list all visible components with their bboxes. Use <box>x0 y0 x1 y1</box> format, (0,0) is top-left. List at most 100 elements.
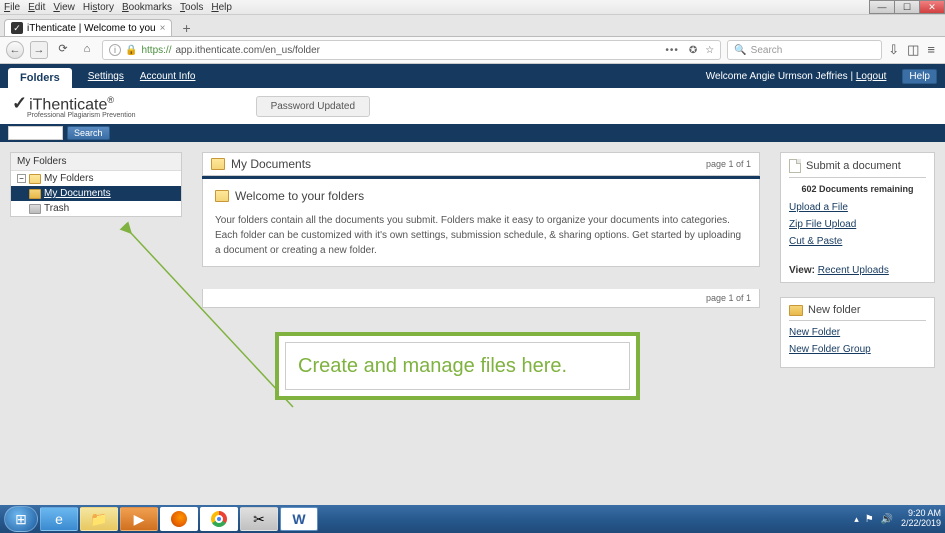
view-label: View: <box>789 265 815 276</box>
search-icon: 🔍 <box>734 45 746 56</box>
bookmark-star-icon[interactable]: ☆ <box>705 45 714 56</box>
tab-title: iThenticate | Welcome to you <box>27 23 156 34</box>
app-search-input[interactable] <box>8 126 63 140</box>
browser-search-box[interactable]: 🔍 Search <box>727 40 882 60</box>
forward-button[interactable]: → <box>30 41 48 59</box>
submit-document-panel: Submit a document 602 Documents remainin… <box>780 152 935 283</box>
sidebar-icon[interactable]: ◫ <box>907 42 919 58</box>
back-button[interactable]: ← <box>6 41 24 59</box>
logo-brand-text: iThenticate <box>29 96 107 113</box>
tab-favicon-icon: ✓ <box>11 22 23 34</box>
menu-view[interactable]: View <box>53 2 75 13</box>
taskbar-firefox-icon[interactable] <box>160 507 198 531</box>
new-folder-panel-title: New folder <box>808 304 861 316</box>
lock-icon: 🔒 <box>125 45 137 56</box>
tray-show-hidden-icon[interactable]: ▴ <box>854 514 859 525</box>
menu-bookmarks[interactable]: Bookmarks <box>122 2 172 13</box>
taskbar-media-player-icon[interactable]: ▶ <box>120 507 158 531</box>
folder-body: Welcome to your folders Your folders con… <box>202 179 760 267</box>
annotation-callout: Create and manage files here. <box>275 332 640 400</box>
welcome-user-text: Welcome Angie Urmson Jeffries | Logout <box>706 71 887 82</box>
menu-edit[interactable]: Edit <box>28 2 45 13</box>
app-search-button[interactable]: Search <box>67 126 110 140</box>
document-icon <box>789 159 801 173</box>
nav-link-settings[interactable]: Settings <box>88 71 124 82</box>
page-info-top: page 1 of 1 <box>706 159 751 169</box>
menu-history[interactable]: History <box>83 2 114 13</box>
tree-item-label: Trash <box>44 203 69 214</box>
site-info-icon[interactable]: i <box>109 44 121 56</box>
taskbar-snipping-tool-icon[interactable]: ✂ <box>240 507 278 531</box>
window-minimize-button[interactable]: — <box>869 0 895 14</box>
reload-button[interactable]: ⟳ <box>54 41 72 59</box>
browser-tab-strip: ✓ iThenticate | Welcome to you × + <box>0 15 945 37</box>
folder-footer: page 1 of 1 <box>202 289 760 308</box>
tree-root-label: My Folders <box>44 173 93 184</box>
new-folder-link[interactable]: New Folder <box>789 327 926 338</box>
taskbar-explorer-icon[interactable]: 📁 <box>80 507 118 531</box>
page-info-bottom: page 1 of 1 <box>706 293 751 303</box>
upload-file-link[interactable]: Upload a File <box>789 202 926 213</box>
window-maximize-button[interactable]: ☐ <box>894 0 920 14</box>
folder-icon <box>29 189 41 199</box>
nav-link-account[interactable]: Account Info <box>140 71 196 82</box>
brand-logo: ✓ iThenticate® Professional Plagiarism P… <box>12 93 136 119</box>
menu-help[interactable]: Help <box>211 2 232 13</box>
logout-link[interactable]: Logout <box>856 71 887 82</box>
windows-taskbar: ⊞ e 📁 ▶ ✂ W ▴ ⚑ 🔊 9:20 AM 2/22/2019 <box>0 505 945 533</box>
trash-icon <box>29 204 41 214</box>
search-placeholder: Search <box>751 45 783 56</box>
right-column: Submit a document 602 Documents remainin… <box>780 152 935 368</box>
logo-check-icon: ✓ <box>12 93 27 114</box>
tree-item-trash[interactable]: Trash <box>11 201 181 216</box>
browser-tab[interactable]: ✓ iThenticate | Welcome to you × <box>4 19 172 36</box>
help-button[interactable]: Help <box>902 69 937 84</box>
tab-close-icon[interactable]: × <box>160 23 166 34</box>
recent-uploads-link[interactable]: Recent Uploads <box>818 265 889 276</box>
documents-remaining: 602 Documents remaining <box>789 184 926 194</box>
folders-sidebar: My Folders − My Folders My Documents Tra… <box>10 152 182 217</box>
taskbar-word-icon[interactable]: W <box>280 507 318 531</box>
new-folder-group-link[interactable]: New Folder Group <box>789 344 926 355</box>
hamburger-menu-icon[interactable]: ≡ <box>927 42 935 58</box>
folder-icon <box>29 174 41 184</box>
app-nav-bar: Folders Settings Account Info Welcome An… <box>0 64 945 88</box>
downloads-icon[interactable]: ⇩ <box>888 42 899 58</box>
nav-tab-folders[interactable]: Folders <box>8 68 72 88</box>
taskbar-chrome-icon[interactable] <box>200 507 238 531</box>
system-tray: ▴ ⚑ 🔊 9:20 AM 2/22/2019 <box>854 509 941 529</box>
menu-file[interactable]: File <box>4 2 20 13</box>
main-panel: My Documents page 1 of 1 Welcome to your… <box>202 152 760 308</box>
expand-collapse-icon[interactable]: − <box>17 174 26 183</box>
sidebar-title: My Folders <box>11 153 181 171</box>
tree-item-label: My Documents <box>44 188 111 199</box>
window-close-button[interactable]: ✕ <box>919 0 945 14</box>
content-area: My Folders − My Folders My Documents Tra… <box>0 142 945 505</box>
logo-tagline: Professional Plagiarism Prevention <box>27 112 136 119</box>
tray-icons[interactable]: ⚑ 🔊 <box>865 514 895 525</box>
menu-tools[interactable]: Tools <box>180 2 203 13</box>
submit-panel-title: Submit a document <box>806 160 901 172</box>
new-tab-button[interactable]: + <box>178 20 194 36</box>
annotation-text: Create and manage files here. <box>285 342 630 390</box>
tree-root-my-folders[interactable]: − My Folders <box>11 171 181 186</box>
password-updated-notice: Password Updated <box>256 96 371 117</box>
taskbar-ie-icon[interactable]: e <box>40 507 78 531</box>
folder-icon <box>215 190 229 202</box>
tree-item-my-documents[interactable]: My Documents <box>11 186 181 201</box>
folder-header: My Documents page 1 of 1 <box>202 152 760 176</box>
new-folder-icon <box>789 305 803 316</box>
folder-icon <box>211 158 225 170</box>
zip-upload-link[interactable]: Zip File Upload <box>789 219 926 230</box>
folder-title: My Documents <box>231 157 311 171</box>
url-bar[interactable]: i 🔒 https://app.ithenticate.com/en_us/fo… <box>102 40 721 60</box>
taskbar-clock[interactable]: 9:20 AM 2/22/2019 <box>901 509 941 529</box>
welcome-description: Your folders contain all the documents y… <box>215 213 747 258</box>
app-search-strip: Search <box>0 124 945 142</box>
start-button[interactable]: ⊞ <box>4 506 38 532</box>
cut-paste-link[interactable]: Cut & Paste <box>789 236 926 247</box>
page-actions-icon[interactable]: ••• <box>665 45 679 56</box>
browser-toolbar: ← → ⟳ ⌂ i 🔒 https://app.ithenticate.com/… <box>0 37 945 64</box>
home-button[interactable]: ⌂ <box>78 41 96 59</box>
reader-icon[interactable]: ✪ <box>689 45 697 56</box>
